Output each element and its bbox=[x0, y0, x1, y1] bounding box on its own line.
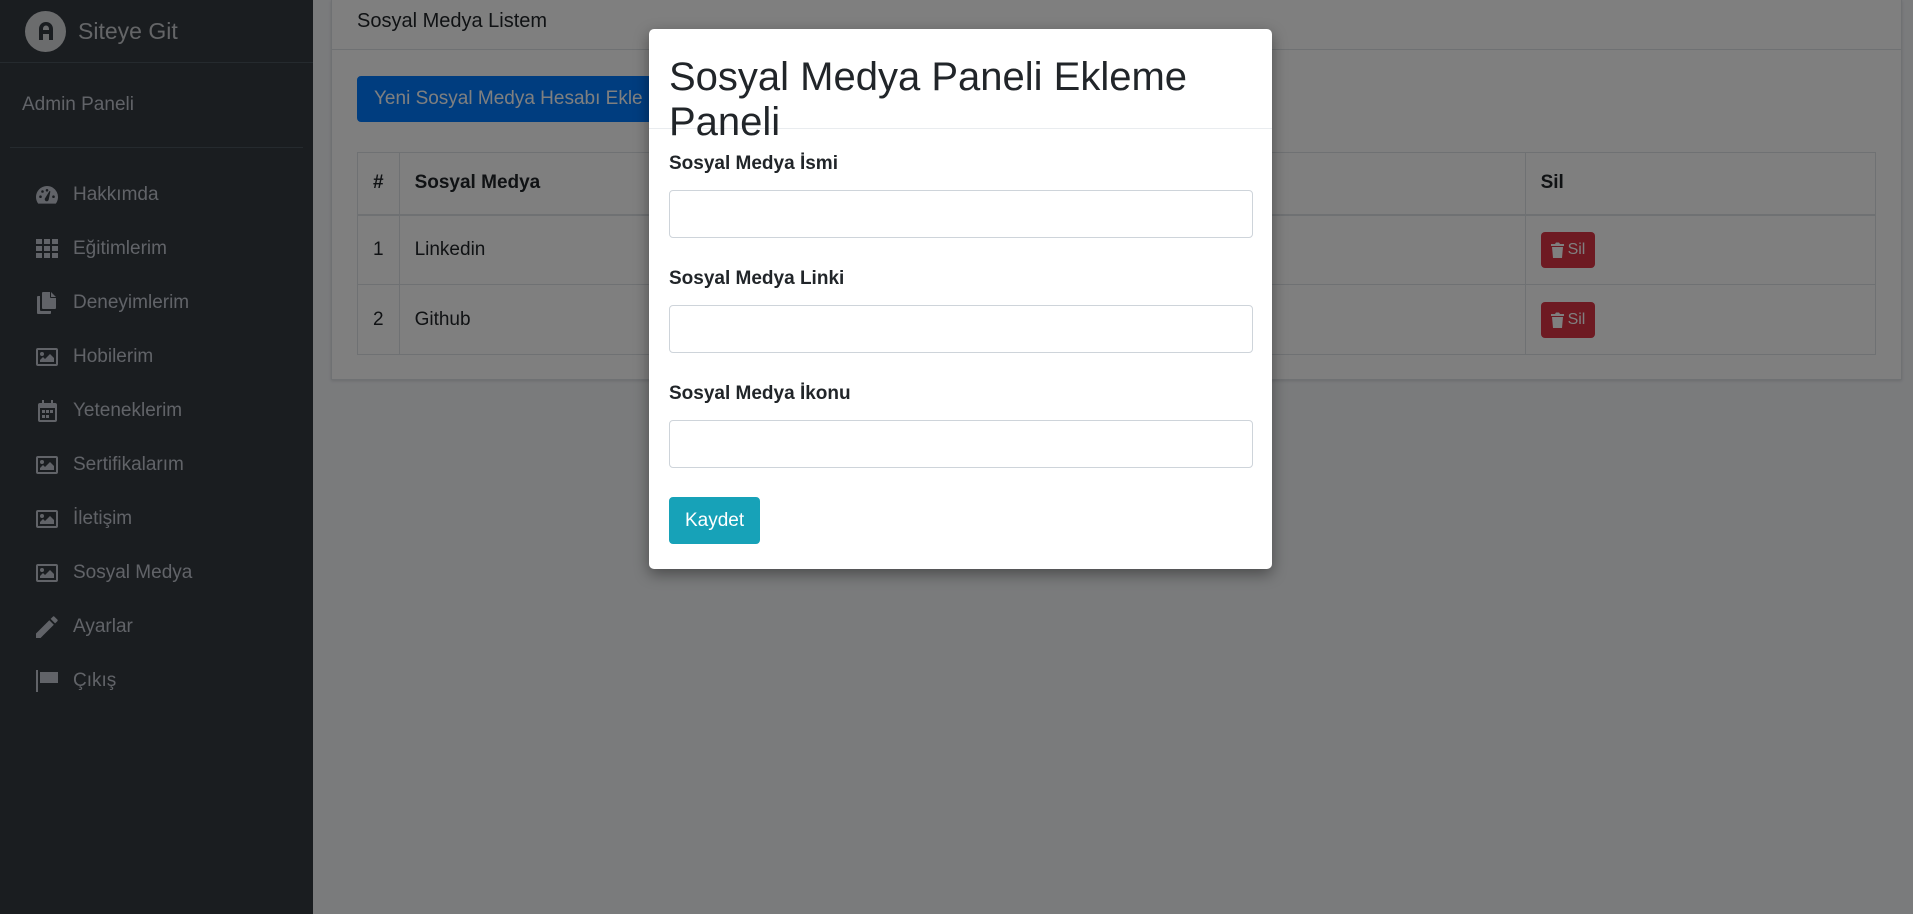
form-group-name: Sosyal Medya İsmi bbox=[669, 153, 1253, 238]
social-media-icon-label: Sosyal Medya İkonu bbox=[669, 383, 851, 404]
save-button[interactable]: Kaydet bbox=[669, 497, 761, 544]
social-media-name-input[interactable] bbox=[669, 190, 1253, 238]
form-group-icon: Sosyal Medya İkonu bbox=[669, 383, 1253, 468]
social-media-icon-input[interactable] bbox=[669, 420, 1253, 468]
social-media-link-input[interactable] bbox=[669, 305, 1253, 353]
social-media-name-label: Sosyal Medya İsmi bbox=[669, 153, 838, 174]
add-social-media-modal: Sosyal Medya Paneli Ekleme Paneli Sosyal… bbox=[649, 29, 1272, 569]
modal-body: Sosyal Medya İsmi Sosyal Medya Linki Sos… bbox=[649, 129, 1272, 544]
form-group-link: Sosyal Medya Linki bbox=[669, 268, 1253, 353]
modal-header: Sosyal Medya Paneli Ekleme Paneli bbox=[649, 29, 1272, 144]
social-media-link-label: Sosyal Medya Linki bbox=[669, 268, 845, 289]
